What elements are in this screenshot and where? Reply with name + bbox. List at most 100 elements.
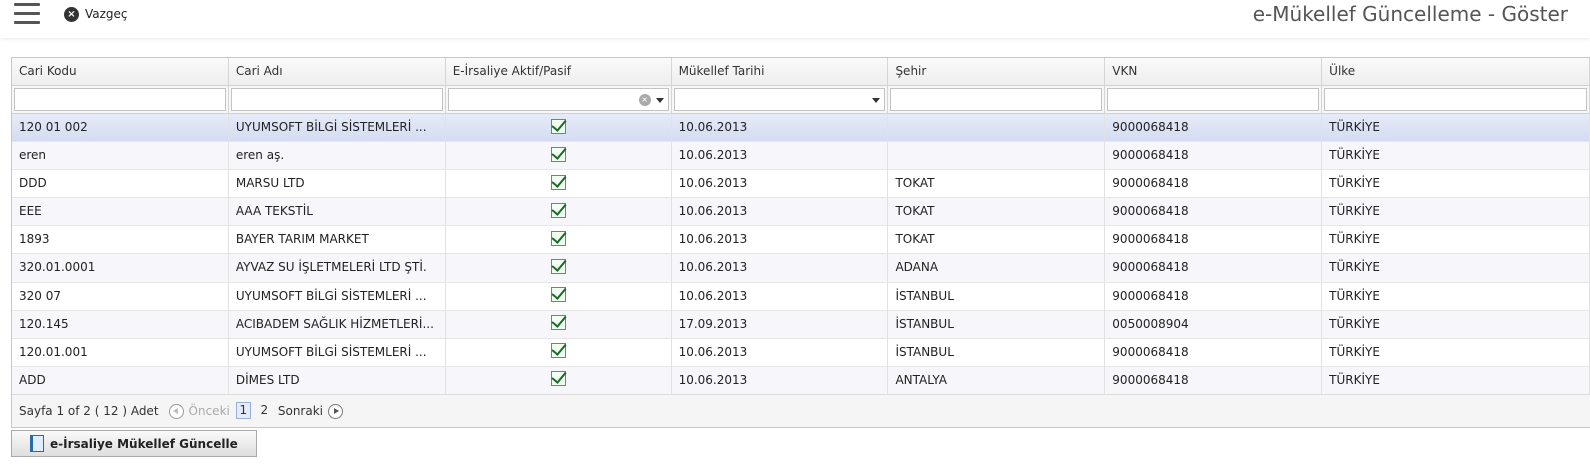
filter-cell-city (888, 86, 1106, 114)
cell-country: TÜRKİYE (1322, 282, 1590, 311)
column-header-vkn[interactable]: VKN (1105, 58, 1323, 86)
cell-name: AYVAZ SU İŞLETMELERİ LTD ŞTİ. (229, 254, 446, 283)
table-row[interactable]: DDD MARSU LTD 10.06.2013 TOKAT 9000068418 TÜR… (12, 170, 1590, 199)
filter-input-name[interactable] (230, 88, 443, 111)
filter-cell-vkn (1105, 86, 1323, 114)
cell-country: TÜRKİYE (1322, 310, 1590, 339)
filter-cell-code (12, 86, 229, 114)
cell-vkn: 0050008904 (1105, 310, 1323, 339)
checkbox-checked-icon[interactable] (550, 230, 566, 246)
next-page-label: Sonraki (277, 404, 323, 418)
checkbox-checked-icon[interactable] (550, 315, 566, 331)
column-header-date[interactable]: Mükellef Tarihi (672, 58, 889, 86)
filter-input-active[interactable]: × (447, 88, 669, 111)
cell-city: İSTANBUL (888, 338, 1106, 367)
table-row[interactable]: eren eren aş. 10.06.2013 9000068418 TÜRKİYE (12, 142, 1590, 171)
cell-country: TÜRKİYE (1322, 198, 1590, 227)
checkbox-checked-icon[interactable] (550, 174, 566, 190)
checkbox-checked-icon[interactable] (550, 371, 566, 387)
cell-code: 120.01.001 (12, 338, 229, 367)
cell-city: ADANA (888, 254, 1106, 283)
checkbox-checked-icon[interactable] (550, 343, 566, 359)
filter-input-code[interactable] (14, 88, 226, 111)
cell-name: MARSU LTD (229, 170, 446, 199)
table-row[interactable]: 120 01 002 UYUMSOFT BİLGİ SİSTEMLERİ ... 1… (12, 114, 1590, 143)
cell-name: AAA TEKSTİL (229, 198, 446, 227)
filter-cell-name (229, 86, 446, 114)
cell-country: TÜRKİYE (1322, 142, 1590, 171)
cell-vkn: 9000068418 (1105, 142, 1323, 171)
cell-country: TÜRKİYE (1322, 366, 1590, 395)
checkbox-checked-icon[interactable] (550, 146, 566, 162)
cell-city: İSTANBUL (888, 310, 1106, 339)
update-taxpayer-button[interactable]: e-İrsaliye Mükellef Güncelle (11, 430, 257, 457)
cell-date: 10.06.2013 (672, 114, 889, 142)
table-row[interactable]: 120.01.001 UYUMSOFT BİLGİ SİSTEMLERİ ... 1… (12, 338, 1590, 367)
active-cell (446, 254, 672, 283)
table-row[interactable]: 320.01.0001 AYVAZ SU İŞLETMELERİ LTD ŞTİ.… (12, 254, 1590, 283)
cell-date: 10.06.2013 (672, 338, 889, 367)
table-row[interactable]: 1893 BAYER TARIM MARKET 10.06.2013 TOKAT 900… (12, 226, 1590, 255)
cell-city: TOKAT (888, 170, 1106, 199)
cell-date: 10.06.2013 (672, 226, 889, 255)
active-cell (446, 142, 672, 171)
chevron-right-icon (328, 403, 343, 419)
filter-input-city[interactable] (890, 88, 1103, 111)
page-link-1[interactable]: 1 (235, 402, 251, 419)
table-row[interactable]: 120.145 ACIBADEM SAĞLIK HİZMETLERİ... 17.0… (12, 310, 1590, 339)
cancel-button[interactable]: × Vazgeç (64, 5, 128, 23)
cell-city (888, 114, 1106, 142)
checkbox-checked-icon[interactable] (550, 202, 566, 218)
filter-row: × (12, 86, 1590, 114)
checkbox-checked-icon[interactable] (550, 258, 566, 274)
chevron-down-icon[interactable] (872, 98, 881, 103)
cell-code: 1893 (12, 226, 229, 255)
taxpayer-grid: Cari Kodu Cari Adı E-İrsaliye Aktif/Pasif M… (11, 57, 1590, 428)
cell-city: TOKAT (888, 198, 1106, 227)
active-cell (446, 338, 672, 367)
active-cell (446, 170, 672, 199)
active-cell (446, 114, 672, 142)
chevron-left-icon (168, 403, 184, 419)
cell-name: eren aş. (229, 142, 446, 171)
cell-code: 120.145 (12, 310, 229, 339)
cell-date: 10.06.2013 (672, 254, 889, 283)
filter-input-date[interactable] (673, 88, 886, 111)
table-row[interactable]: 320 07 UYUMSOFT BİLGİ SİSTEMLERİ ... 10.06… (12, 282, 1590, 311)
cell-name: BAYER TARIM MARKET (229, 226, 446, 255)
checkbox-checked-icon[interactable] (550, 118, 566, 134)
table-row[interactable]: EEE AAA TEKSTİL 10.06.2013 TOKAT 9000068418 T… (12, 198, 1590, 227)
cell-code: 320 07 (12, 282, 229, 311)
book-icon (30, 435, 44, 452)
clear-filter-icon[interactable]: × (638, 94, 651, 106)
column-header-code[interactable]: Cari Kodu (12, 58, 229, 86)
filter-input-vkn[interactable] (1107, 88, 1320, 111)
next-page-button[interactable]: Sonraki (277, 403, 343, 419)
filter-cell-date (672, 86, 889, 114)
column-header-country[interactable]: Ülke (1322, 58, 1590, 86)
cell-name: DİMES LTD (229, 366, 446, 395)
column-header-city[interactable]: Şehir (888, 58, 1106, 86)
pager: Sayfa 1 of 2 ( 12 ) Adet Önceki 12 Sonra… (12, 394, 1590, 427)
page-link-2[interactable]: 2 (257, 403, 272, 420)
cell-vkn: 9000068418 (1105, 114, 1323, 142)
cell-city: ANTALYA (888, 366, 1106, 395)
prev-page-label: Önceki (188, 404, 230, 418)
cell-country: TÜRKİYE (1322, 226, 1590, 255)
cell-name: UYUMSOFT BİLGİ SİSTEMLERİ ... (229, 338, 446, 367)
menu-icon[interactable] (14, 3, 40, 25)
filter-cell-country (1322, 86, 1590, 114)
cell-date: 10.06.2013 (672, 366, 889, 395)
prev-page-button[interactable]: Önceki (168, 403, 230, 419)
table-row[interactable]: ADD DİMES LTD 10.06.2013 ANTALYA 9000068418 T… (12, 366, 1590, 395)
column-header-name[interactable]: Cari Adı (229, 58, 446, 86)
checkbox-checked-icon[interactable] (550, 287, 566, 303)
chevron-down-icon[interactable] (655, 98, 664, 103)
grid-body: 120 01 002 UYUMSOFT BİLGİ SİSTEMLERİ ... 1… (12, 114, 1590, 395)
cell-code: 320.01.0001 (12, 254, 229, 283)
cell-vkn: 9000068418 (1105, 198, 1323, 227)
filter-input-country[interactable] (1324, 88, 1587, 111)
cell-code: DDD (12, 170, 229, 199)
column-header-active[interactable]: E-İrsaliye Aktif/Pasif (446, 58, 672, 86)
cell-date: 10.06.2013 (672, 282, 889, 311)
